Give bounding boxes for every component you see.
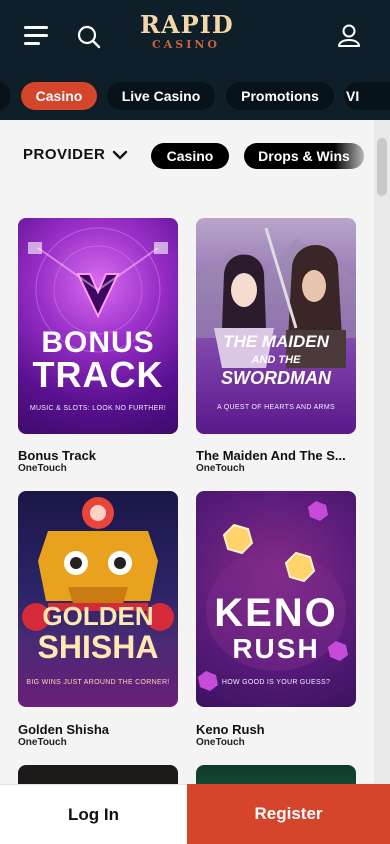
tab-live-casino[interactable]: Live Casino: [107, 82, 215, 110]
golden-shisha-artwork: [22, 497, 174, 631]
nav-scroll-remnant: [0, 82, 10, 110]
register-button[interactable]: Register: [187, 784, 390, 844]
logo-wordmark: RAPID: [140, 10, 234, 39]
game-provider: OneTouch: [196, 737, 245, 748]
category-nav: Casino Live Casino Promotions VI: [0, 72, 390, 120]
maiden-art-line2: AND THE: [251, 354, 301, 366]
game-title[interactable]: Keno Rush: [196, 722, 356, 737]
menu-icon[interactable]: [24, 24, 50, 46]
game-provider: OneTouch: [18, 737, 67, 748]
tab-vip-label: VI: [346, 88, 360, 104]
account-icon[interactable]: [336, 22, 362, 48]
maiden-art-line1: THE MAIDEN: [223, 332, 329, 351]
tab-vip[interactable]: VI: [344, 82, 390, 110]
logo-subtitle: CASINO: [151, 38, 220, 51]
maiden-art-caption: A QUEST OF HEARTS AND ARMS: [216, 404, 335, 411]
scrollbar-thumb[interactable]: [377, 138, 387, 196]
game-tile-golden-shisha[interactable]: GOLDEN SHISHA BIG WINS JUST AROUND THE C…: [18, 491, 178, 707]
filter-bar: PROVIDER Casino Drops & Wins: [0, 120, 390, 192]
game-provider: OneTouch: [196, 463, 245, 474]
site-logo[interactable]: RAPID CASINO: [140, 10, 234, 58]
game-tile-bonus-track[interactable]: BONUS TRACK MUSIC & SLOTS: LOOK NO FURTH…: [18, 218, 178, 434]
game-tile-maiden-swordman[interactable]: THE MAIDEN AND THE SWORDMAN A QUEST OF H…: [196, 218, 356, 434]
golden-shisha-art-caption: BIG WINS JUST AROUND THE CORNER!: [26, 679, 170, 686]
game-title[interactable]: Bonus Track: [18, 448, 178, 463]
page-scrollbar[interactable]: [374, 120, 390, 844]
game-title[interactable]: The Maiden And The S...: [196, 448, 356, 463]
top-header: RAPID CASINO: [0, 0, 390, 72]
keno-art-caption: HOW GOOD IS YOUR GUESS?: [221, 679, 331, 686]
login-button[interactable]: Log In: [0, 784, 187, 844]
filter-fade-overlay: [334, 136, 374, 176]
provider-filter-label[interactable]: PROVIDER: [23, 146, 105, 163]
game-tile-keno-rush[interactable]: KENO RUSH HOW GOOD IS YOUR GUESS?: [196, 491, 356, 707]
tab-casino[interactable]: Casino: [21, 82, 97, 110]
auth-bar: Log In Register: [0, 784, 390, 844]
bonus-track-art-caption: MUSIC & SLOTS: LOOK NO FURTHER!: [29, 405, 167, 412]
filter-chip-casino[interactable]: Casino: [151, 143, 229, 169]
search-icon[interactable]: [76, 24, 102, 50]
golden-shisha-art-line2: SHISHA: [37, 629, 159, 665]
golden-shisha-art-line1: GOLDEN: [42, 601, 154, 631]
tab-promotions[interactable]: Promotions: [226, 82, 334, 110]
bonus-track-art-line2: TRACK: [32, 354, 164, 395]
game-provider: OneTouch: [18, 463, 67, 474]
keno-art-line2: RUSH: [232, 633, 320, 664]
keno-art-line1: KENO: [214, 591, 338, 635]
maiden-art-line3: SWORDMAN: [221, 368, 331, 388]
maiden-swordman-artwork: [196, 227, 356, 368]
chevron-down-icon[interactable]: [112, 148, 128, 160]
game-title[interactable]: Golden Shisha: [18, 722, 178, 737]
